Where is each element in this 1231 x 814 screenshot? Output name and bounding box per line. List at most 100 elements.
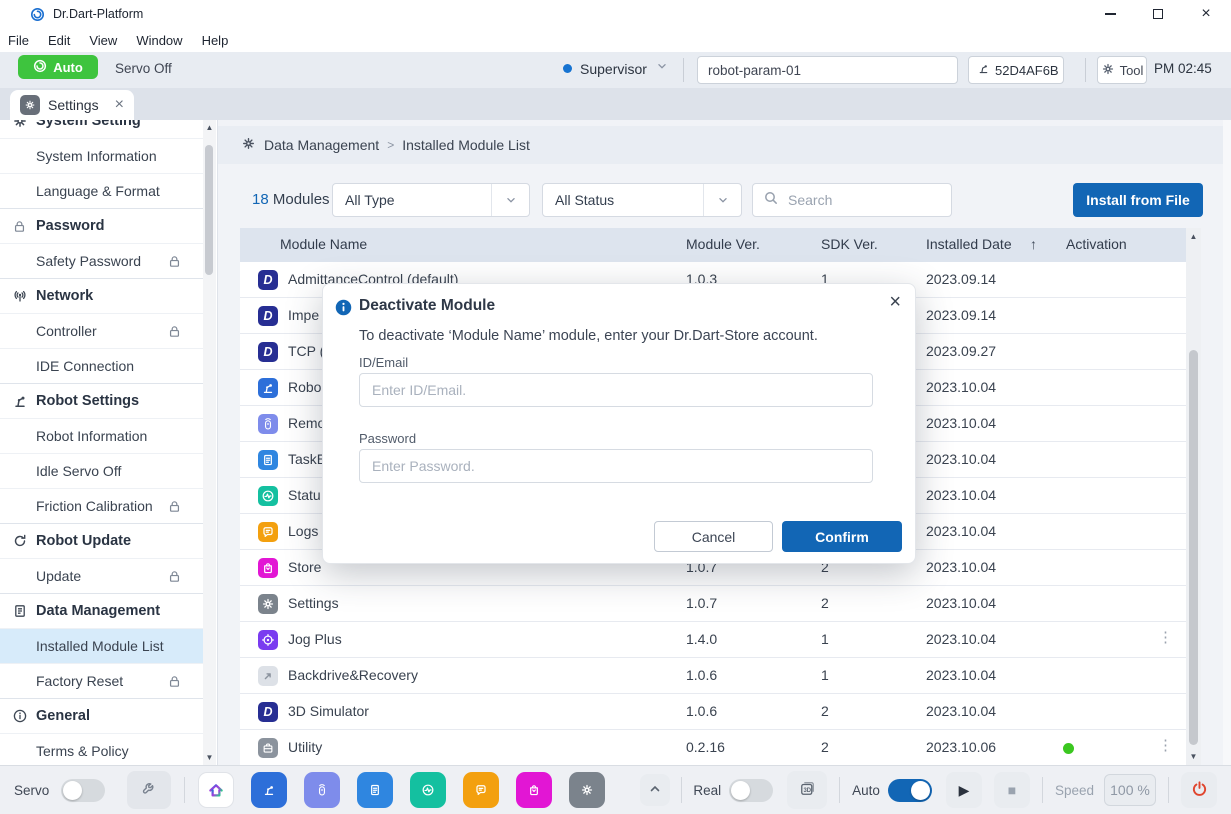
wrench-icon [141, 781, 157, 800]
install-from-file-button[interactable]: Install from File [1073, 183, 1203, 217]
confirm-button[interactable]: Confirm [782, 521, 902, 552]
module-row[interactable]: Jog Plus 1.4.0 1 2023.10.04 ⋮ [240, 622, 1186, 658]
col-sdk-ver[interactable]: SDK Ver. [821, 236, 878, 252]
status-filter-select[interactable]: All Status [542, 183, 742, 217]
module-name: Robo [288, 379, 321, 395]
dialog-close-icon[interactable]: × [889, 292, 901, 312]
scrollbar-thumb[interactable] [205, 145, 213, 275]
kebab-menu-icon[interactable]: ⋮ [1158, 628, 1173, 646]
robot-id-icon [977, 62, 990, 78]
taskbar-divider [1168, 777, 1169, 803]
scroll-up-icon[interactable]: ▲ [203, 123, 216, 132]
wrench-button[interactable] [127, 771, 171, 809]
sidebar-list: System Setting System Information Langua… [0, 120, 204, 765]
sidebar-item-network[interactable]: Network [0, 278, 204, 313]
tab-settings[interactable]: Settings × [10, 90, 134, 120]
maximize-button[interactable] [1149, 5, 1167, 23]
auto-toggle[interactable] [888, 779, 932, 802]
sidebar-item-system-setting[interactable]: System Setting [0, 120, 204, 138]
module-row[interactable]: Backdrive&Recovery 1.0.6 1 2023.10.04 [240, 658, 1186, 694]
sidebar-item-robot-information[interactable]: Robot Information [0, 418, 204, 453]
sidebar-item-terms-policy[interactable]: Terms & Policy [0, 733, 204, 765]
play-button[interactable]: ▶ [946, 772, 982, 808]
kebab-menu-icon[interactable]: ⋮ [1158, 736, 1173, 754]
table-header: Module Name Module Ver. SDK Ver. Install… [240, 228, 1186, 262]
real-toggle-label: Real [693, 783, 721, 798]
cancel-button[interactable]: Cancel [654, 521, 773, 552]
logs-app[interactable] [463, 772, 499, 808]
dialog-message: To deactivate ‘Module Name’ module, ente… [359, 328, 818, 344]
3d-view-button[interactable]: 3D [787, 771, 827, 809]
speed-value-box[interactable]: 100 % [1104, 774, 1156, 806]
program-name-input[interactable] [697, 56, 958, 84]
sidebar-item-general[interactable]: General [0, 698, 204, 733]
menu-view[interactable]: View [89, 33, 117, 48]
module-row[interactable]: D 3D Simulator 1.0.6 2 2023.10.04 [240, 694, 1186, 730]
real-toggle[interactable] [729, 779, 773, 802]
menu-edit[interactable]: Edit [48, 33, 70, 48]
scroll-up-icon[interactable]: ▲ [1187, 232, 1200, 241]
module-row[interactable]: Utility 0.2.16 2 2023.10.06 ⋮ [240, 730, 1186, 765]
status-app[interactable] [410, 772, 446, 808]
stop-button[interactable]: ■ [994, 772, 1030, 808]
menu-file[interactable]: File [8, 33, 29, 48]
scroll-down-icon[interactable]: ▼ [203, 753, 216, 762]
store-app[interactable] [516, 772, 552, 808]
role-status-dot [563, 64, 572, 73]
home-app[interactable] [198, 772, 234, 808]
sidebar-item-system-information[interactable]: System Information [0, 138, 204, 173]
panel-expand-button[interactable] [640, 774, 670, 806]
col-module-name[interactable]: Module Name [280, 236, 367, 252]
lock-icon [167, 324, 182, 339]
col-installed-date[interactable]: Installed Date [926, 236, 1012, 252]
menu-help[interactable]: Help [202, 33, 229, 48]
sidebar-item-password[interactable]: Password [0, 208, 204, 243]
scroll-down-icon[interactable]: ▼ [1187, 752, 1200, 761]
id-email-field[interactable] [359, 373, 873, 407]
store-icon [527, 783, 541, 797]
sidebar-item-icon [12, 288, 28, 304]
sidebar-item-factory-reset[interactable]: Factory Reset [0, 663, 204, 698]
settings-app[interactable] [569, 772, 605, 808]
minimize-button[interactable] [1101, 5, 1119, 23]
sidebar-item-language-format[interactable]: Language & Format [0, 173, 204, 208]
sidebar-item-ide-connection[interactable]: IDE Connection [0, 348, 204, 383]
module-name: Jog Plus [288, 631, 342, 647]
search-box[interactable] [752, 183, 952, 217]
taskbar-divider [681, 777, 682, 803]
close-button[interactable]: × [1197, 5, 1215, 23]
sidebar-item-update[interactable]: Update [0, 558, 204, 593]
robot-id-badge[interactable]: 52D4AF6B [968, 56, 1064, 84]
sidebar-scrollbar[interactable]: ▲ ▼ [203, 120, 216, 765]
auto-mode-badge[interactable]: Auto [18, 55, 98, 79]
robot-app[interactable] [251, 772, 287, 808]
installed-date: 2023.10.04 [926, 379, 996, 395]
breadcrumb-section[interactable]: Data Management [264, 137, 379, 153]
scrollbar-thumb[interactable] [1189, 350, 1198, 745]
role-selector[interactable]: Supervisor [563, 59, 669, 78]
tool-button[interactable]: Tool [1097, 56, 1147, 84]
remote-app[interactable] [304, 772, 340, 808]
sidebar-item-robot-settings[interactable]: Robot Settings [0, 383, 204, 418]
col-module-ver[interactable]: Module Ver. [686, 236, 760, 252]
tab-close-icon[interactable]: × [115, 97, 124, 113]
sidebar-item-idle-servo-off[interactable]: Idle Servo Off [0, 453, 204, 488]
module-row[interactable]: Settings 1.0.7 2 2023.10.04 [240, 586, 1186, 622]
servo-toggle[interactable] [61, 779, 105, 802]
sidebar-item-robot-update[interactable]: Robot Update [0, 523, 204, 558]
power-button[interactable] [1181, 772, 1217, 808]
table-scrollbar[interactable]: ▲ ▼ [1186, 228, 1201, 765]
sidebar-item-controller[interactable]: Controller [0, 313, 204, 348]
sidebar-item-installed-module-list[interactable]: Installed Module List [0, 628, 204, 663]
task-app[interactable] [357, 772, 393, 808]
sidebar-item-safety-password[interactable]: Safety Password [0, 243, 204, 278]
sidebar-item-data-management[interactable]: Data Management [0, 593, 204, 628]
search-input[interactable] [786, 191, 971, 209]
sort-ascending-icon[interactable]: ↑ [1030, 236, 1037, 252]
password-field[interactable] [359, 449, 873, 483]
sidebar-item-friction-calibration[interactable]: Friction Calibration [0, 488, 204, 523]
menu-window[interactable]: Window [136, 33, 182, 48]
col-activation[interactable]: Activation [1066, 236, 1127, 252]
installed-date: 2023.09.14 [926, 271, 996, 287]
type-filter-select[interactable]: All Type [332, 183, 530, 217]
